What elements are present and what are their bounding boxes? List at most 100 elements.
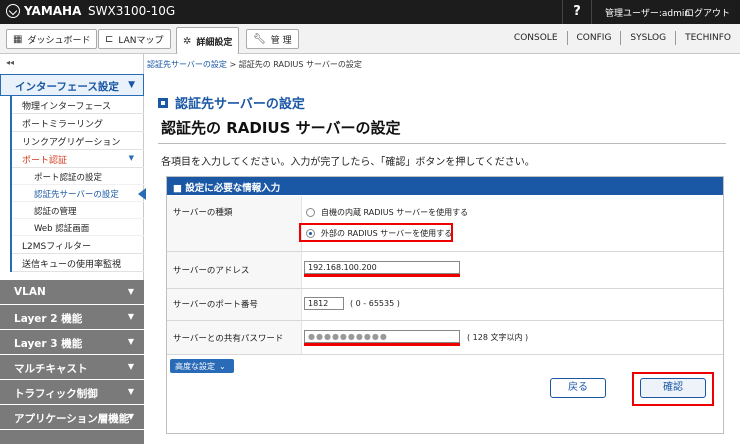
sidebar-item-port-mirroring[interactable]: ポートミラーリング	[12, 114, 144, 132]
server-address-input[interactable]	[304, 261, 460, 274]
console-link[interactable]: CONSOLE	[505, 31, 567, 45]
sidebar-section-layer2[interactable]: Layer 2 機能 ▼	[0, 305, 144, 330]
back-button[interactable]: 戻る	[550, 378, 606, 398]
sidebar-subitem-port-auth-settings[interactable]: ポート認証の設定	[12, 168, 144, 185]
breadcrumb-current: 認証先の RADIUS サーバーの設定	[238, 60, 362, 69]
breadcrumb-separator: >	[226, 60, 239, 69]
secret-length-hint: ( 128 文字以内 )	[467, 333, 529, 342]
server-address-value	[301, 252, 723, 288]
server-port-label: サーバーのポート番号	[173, 300, 258, 310]
tab-label: ダッシュボード	[27, 35, 91, 46]
brand-logo: YAMAHA	[6, 4, 81, 18]
server-type-row: サーバーの種類 自機の内蔵 RADIUS サーバーを使用する 外部の RADIU…	[167, 196, 723, 252]
server-port-input[interactable]	[304, 297, 344, 310]
nav-bar: ▦ ダッシュボード ⊏ LANマップ ✲ 詳細設定 🔧︎ 管 理 CONSOLE…	[0, 24, 740, 54]
section-label: インターフェース設定	[15, 81, 119, 93]
syslog-link[interactable]: SYSLOG	[620, 31, 675, 45]
chevron-down-icon: ▼	[128, 80, 135, 90]
tab-lanmap[interactable]: ⊏ LANマップ	[98, 29, 171, 49]
server-address-row: サーバーのアドレス	[167, 252, 723, 289]
server-address-label: サーバーのアドレス	[173, 266, 250, 276]
option-internal-server[interactable]: 自機の内蔵 RADIUS サーバーを使用する	[306, 207, 468, 218]
button-label: 高度な設定	[175, 361, 215, 371]
confirm-button[interactable]: 確認	[640, 378, 706, 398]
collapse-sidebar-icon[interactable]: ◂◂	[6, 58, 14, 67]
current-user: 管理ユーザー:admin	[605, 9, 691, 19]
highlight-box	[299, 223, 453, 242]
section-label: マルチキャスト	[14, 363, 88, 375]
brand-name: YAMAHA	[24, 4, 82, 18]
shared-secret-value: ●●●●●●●●●● ( 128 文字以内 )	[301, 321, 723, 354]
panel-title: ■ 設定に必要な情報入力	[167, 177, 723, 195]
tab-management[interactable]: 🔧︎ 管 理	[246, 29, 299, 49]
highlight-underline	[304, 274, 460, 277]
shared-secret-label: サーバーとの共有パスワード	[173, 334, 284, 344]
logout-link[interactable]: ログアウト	[685, 6, 730, 19]
sidebar-section-multicast[interactable]: マルチキャスト ▼	[0, 355, 144, 380]
config-link[interactable]: CONFIG	[566, 31, 621, 45]
sidebar-section-interface[interactable]: インターフェース設定 ▼	[0, 74, 144, 96]
sidebar-subitem-auth-server-settings[interactable]: 認証先サーバーの設定	[12, 185, 146, 202]
sidebar-item-physical-interface[interactable]: 物理インターフェース	[12, 96, 144, 114]
radio-internal[interactable]	[306, 208, 315, 217]
chevron-down-icon: ⌄	[219, 361, 226, 371]
shared-secret-row: サーバーとの共有パスワード ●●●●●●●●●● ( 128 文字以内 )	[167, 321, 723, 355]
instruction-text: 各項目を入力してください。入力が完了したら、「確認」ボタンを押してください。	[161, 157, 535, 168]
server-port-row: サーバーのポート番号 ( 0 - 65535 )	[167, 289, 723, 321]
sidebar-subitems: 物理インターフェース ポートミラーリング リンクアグリゲーション ポート認証 ▼…	[10, 96, 146, 272]
sidebar-item-label: ポート認証	[22, 156, 68, 166]
section-label: アプリケーション層機能	[14, 413, 130, 425]
top-bar: YAMAHA SWX3100-10G ? 管理ユーザー:admin ログアウト	[0, 0, 740, 24]
section-label: VLAN	[14, 286, 46, 298]
sidebar-item-tx-queue-monitor[interactable]: 送信キューの使用率監視	[12, 254, 144, 272]
server-port-value: ( 0 - 65535 )	[301, 289, 723, 320]
section-marker-icon	[158, 97, 168, 108]
page-title: 認証先の RADIUS サーバーの設定	[161, 119, 401, 137]
sidebar-item-port-auth[interactable]: ポート認証 ▼	[12, 150, 144, 168]
chevron-down-icon: ▼	[127, 362, 134, 371]
advanced-settings-button[interactable]: 高度な設定 ⌄	[170, 359, 234, 373]
yamaha-logo-icon	[6, 4, 20, 18]
sidebar-subitem-auth-management[interactable]: 認証の管理	[12, 202, 144, 219]
gear-icon: ✲	[183, 35, 192, 47]
section-label: Layer 3 機能	[14, 338, 83, 350]
chevron-down-icon: ▼	[127, 337, 134, 346]
chevron-down-icon: ▼	[127, 412, 134, 421]
server-type-value: 自機の内蔵 RADIUS サーバーを使用する 外部の RADIUS サーバーを使…	[299, 196, 723, 251]
chevron-down-icon: ▼	[127, 312, 134, 321]
sidebar-item-link-aggregation[interactable]: リンクアグリゲーション	[12, 132, 144, 150]
breadcrumb: 認証先サーバーの設定 > 認証先の RADIUS サーバーの設定	[147, 59, 362, 70]
sidebar-section-vlan[interactable]: VLAN ▼	[0, 280, 144, 305]
sidebar-subitem-web-auth-screen[interactable]: Web 認証画面	[12, 219, 144, 236]
tab-label: 詳細設定	[196, 37, 233, 48]
lanmap-icon: ⊏	[105, 33, 114, 45]
option-label: 自機の内蔵 RADIUS サーバーを使用する	[321, 208, 469, 217]
server-type-label: サーバーの種類	[173, 208, 233, 218]
subheading-text: 認証先サーバーの設定	[175, 97, 305, 112]
sidebar-section-application[interactable]: アプリケーション層機能 ▼	[0, 405, 144, 430]
tab-label: 管 理	[270, 35, 292, 46]
tab-dashboard[interactable]: ▦ ダッシュボード	[6, 29, 98, 49]
port-range-hint: ( 0 - 65535 )	[350, 299, 400, 308]
highlight-underline	[304, 343, 460, 346]
help-button[interactable]: ?	[562, 0, 592, 24]
sidebar-section-more	[0, 430, 144, 445]
model-name: SWX3100-10G	[88, 4, 176, 18]
dashboard-icon: ▦	[13, 33, 23, 45]
tab-advanced-settings[interactable]: ✲ 詳細設定	[176, 27, 240, 54]
section-label: トラフィック制御	[14, 388, 98, 400]
sidebar-item-l2ms-filter[interactable]: L2MSフィルター	[12, 236, 144, 254]
breadcrumb-link[interactable]: 認証先サーバーの設定	[147, 60, 227, 69]
chevron-down-icon: ▼	[127, 287, 134, 296]
sidebar-section-layer3[interactable]: Layer 3 機能 ▼	[0, 330, 144, 355]
section-label: Layer 2 機能	[14, 313, 83, 325]
chevron-down-icon: ▼	[128, 154, 134, 162]
tab-label: LANマップ	[118, 35, 164, 46]
shared-secret-input[interactable]: ●●●●●●●●●●	[304, 330, 460, 343]
chevron-down-icon: ▼	[127, 387, 134, 396]
techinfo-link[interactable]: TECHINFO	[675, 31, 740, 45]
sidebar: ◂◂ インターフェース設定 ▼ 物理インターフェース ポートミラーリング リンク…	[0, 54, 146, 445]
sidebar-section-traffic-control[interactable]: トラフィック制御 ▼	[0, 380, 144, 405]
divider	[158, 143, 726, 144]
page-subheading: 認証先サーバーの設定	[158, 93, 305, 112]
